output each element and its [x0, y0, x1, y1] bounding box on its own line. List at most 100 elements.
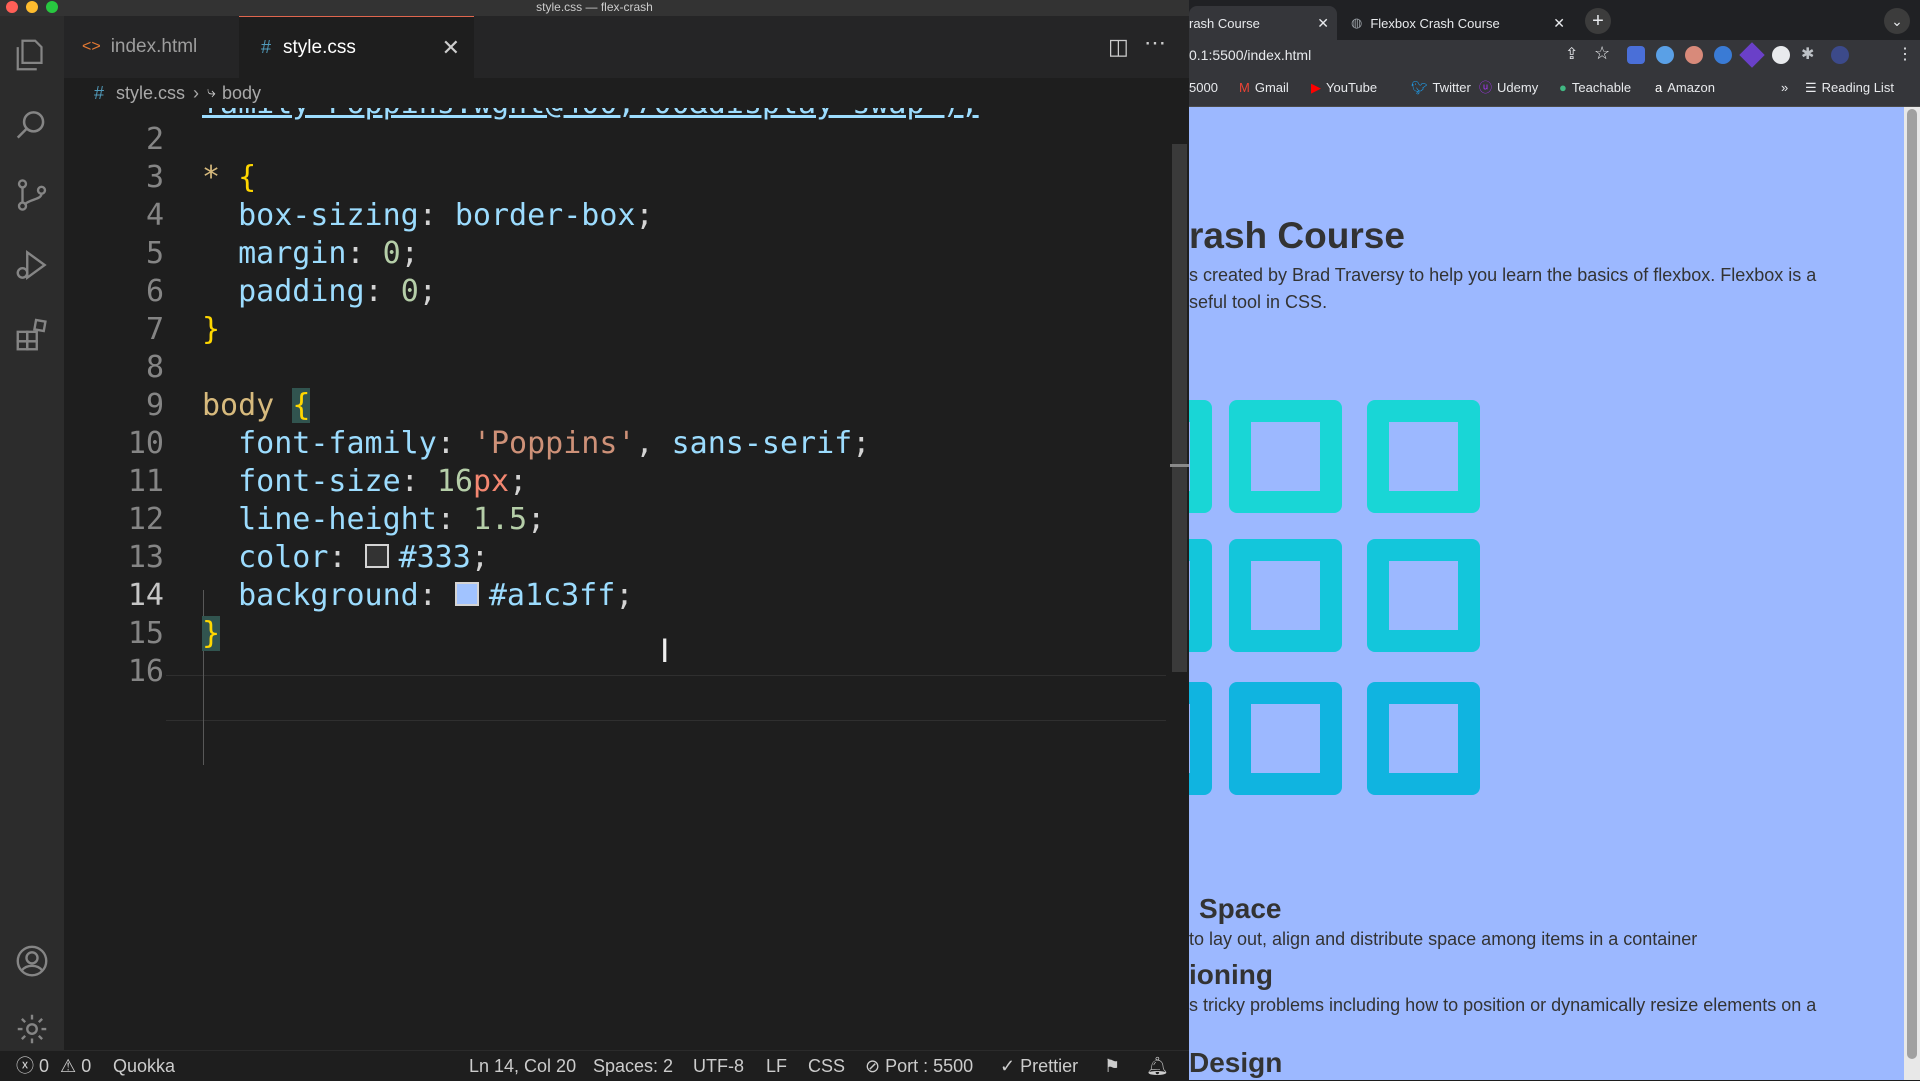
status-bar: ⓧ 0 ⚠ 0 Quokka Ln 14, Col 20 Spaces: 2 U… [0, 1050, 1189, 1081]
code-line-6: padding: 0; [238, 274, 437, 309]
address-bar: 0.1:5500/index.html ⇪ ☆ ✱ ⋮ [1189, 40, 1920, 70]
bookmark-gmail[interactable]: M Gmail [1239, 70, 1289, 106]
split-editor-icon[interactable]: ◫ [1108, 34, 1129, 60]
current-line-highlight [166, 675, 1166, 721]
code-line-15: } [202, 616, 221, 651]
color-swatch[interactable] [364, 544, 389, 568]
tab-search-chevron-icon[interactable]: ⌄ [1884, 8, 1910, 34]
intro-text: s created by Brad Traversy to help you l… [1189, 265, 1817, 285]
live-server-port[interactable]: ⊘ Port : 5500 [865, 1051, 973, 1081]
line-number: 5 [145, 236, 164, 271]
tab-label: index.html [110, 36, 198, 57]
twitter-icon: 🐦︎ [1411, 80, 1428, 95]
close-window-button[interactable] [6, 1, 18, 13]
prettier-status[interactable]: ✓ Prettier [1000, 1051, 1078, 1081]
line-number-active: 14 [127, 578, 164, 613]
extension-icon[interactable] [1685, 46, 1703, 64]
webpage: rash Course s created by Brad Traversy t… [1189, 107, 1920, 1080]
close-tab-icon[interactable]: ✕ [442, 35, 460, 61]
encoding-status[interactable]: UTF-8 [693, 1051, 744, 1081]
bookmark[interactable]: 5000 [1189, 70, 1218, 106]
bookmark-udemy[interactable]: ⓤ Udemy [1479, 70, 1538, 106]
bookmark-youtube[interactable]: ▶ YouTube [1311, 70, 1377, 106]
browser-tabstrip: rash Course ✕ ◍ Flexbox Crash Course ✕ +… [1189, 0, 1920, 40]
search-icon[interactable] [0, 100, 64, 150]
flex-box-item [1367, 539, 1480, 652]
share-icon[interactable]: ⇪ [1565, 44, 1578, 64]
profile-avatar[interactable] [1831, 46, 1849, 64]
css-file-icon: # [261, 37, 272, 57]
tab-style-css[interactable]: # style.css ✕ [239, 16, 474, 78]
bookmark-amazon[interactable]: a Amazon [1655, 70, 1715, 106]
account-icon[interactable] [0, 936, 64, 986]
browser-tab-active[interactable]: rash Course ✕ [1189, 6, 1337, 40]
bookmarks-bar: 5000 M Gmail ▶ YouTube 🐦︎ Twitter ⓤ Udemy ● T… [1189, 70, 1920, 107]
cursor-position[interactable]: Ln 14, Col 20 [469, 1051, 576, 1081]
udemy-icon: ⓤ [1479, 80, 1493, 95]
settings-gear-icon[interactable] [0, 1004, 64, 1054]
extension-icon[interactable] [1739, 42, 1765, 68]
url-field[interactable]: 0.1:5500/index.html [1189, 40, 1609, 70]
extension-icon[interactable] [1714, 46, 1732, 64]
code-line-7: } [202, 312, 221, 347]
line-number: 2 [145, 122, 164, 157]
code-line-10: font-family: 'Poppins', sans-serif; [238, 426, 871, 461]
scrollbar-marker [1170, 464, 1189, 467]
reading-list[interactable]: ☰ Reading List [1805, 70, 1894, 106]
bookmark-teachable[interactable]: ● Teachable [1559, 70, 1631, 106]
indentation-status[interactable]: Spaces: 2 [593, 1051, 673, 1081]
code-line-9: body { [202, 388, 311, 423]
browser-tab[interactable]: ◍ Flexbox Crash Course ✕ [1341, 6, 1573, 40]
extension-icon[interactable] [1627, 46, 1645, 64]
scrollbar-thumb[interactable] [1907, 109, 1917, 1059]
new-tab-button[interactable]: + [1585, 8, 1611, 34]
source-control-icon[interactable] [0, 170, 64, 220]
page-scrollbar[interactable] [1904, 107, 1920, 1080]
zoom-window-button[interactable] [46, 1, 58, 13]
feedback-icon[interactable]: ⚑ [1104, 1051, 1120, 1081]
tab-index-html[interactable]: <> index.html [64, 16, 239, 78]
bell-icon[interactable]: 🔔︎ [1146, 1051, 1169, 1081]
code-line-5: margin: 0; [238, 236, 419, 271]
run-debug-icon[interactable] [0, 240, 64, 290]
bookmark-twitter[interactable]: 🐦︎ Twitter [1411, 70, 1471, 106]
browser-window: rash Course ✕ ◍ Flexbox Crash Course ✕ +… [1189, 0, 1920, 1080]
problems-indicator[interactable]: ⓧ 0 ⚠ 0 [16, 1051, 91, 1081]
browser-tab-title: rash Course [1189, 15, 1260, 31]
bookmarks-overflow-icon[interactable]: » [1781, 70, 1788, 106]
browser-tab-title: Flexbox Crash Course [1370, 15, 1500, 31]
minimize-window-button[interactable] [26, 1, 38, 13]
scrollbar-thumb[interactable] [1172, 144, 1187, 672]
reading-list-icon: ☰ [1805, 80, 1817, 95]
section-text: s tricky problems including how to posit… [1189, 995, 1817, 1015]
title-bar: style.css — flex-crash [0, 0, 1189, 16]
bookmark-star-icon[interactable]: ☆ [1594, 43, 1610, 64]
color-swatch[interactable] [454, 582, 479, 606]
extension-icon[interactable] [1772, 46, 1790, 64]
code-editor[interactable]: family=Poppins:wght@400;700&display=swap… [64, 108, 1169, 1050]
puzzle-extensions-icon[interactable]: ✱ [1801, 44, 1814, 64]
close-tab-icon[interactable]: ✕ [1553, 15, 1565, 32]
tab-label: style.css [283, 36, 356, 58]
code-line-14: background: #a1c3ff; [238, 578, 634, 613]
breadcrumb-symbol[interactable]: body [222, 83, 261, 104]
explorer-icon[interactable] [0, 30, 64, 80]
menu-kebab-icon[interactable]: ⋮ [1897, 44, 1913, 64]
line-number: 13 [127, 540, 164, 575]
quokka-status[interactable]: Quokka [113, 1051, 175, 1081]
react-devtools-icon[interactable] [1656, 46, 1674, 64]
line-number: 11 [127, 464, 164, 499]
page-heading: rash Course [1189, 215, 1405, 256]
flex-box-item [1189, 682, 1212, 795]
extensions-icon[interactable] [0, 310, 64, 360]
eol-status[interactable]: LF [766, 1051, 787, 1081]
language-status[interactable]: CSS [808, 1051, 845, 1081]
close-tab-icon[interactable]: ✕ [1317, 15, 1329, 32]
line-number: 10 [127, 426, 164, 461]
editor-scrollbar[interactable] [1170, 108, 1189, 1050]
more-actions-icon[interactable]: ⋯ [1144, 30, 1167, 56]
flex-box-item [1367, 400, 1480, 513]
section-title: Design [1189, 1047, 1283, 1078]
section-text: to lay out, align and distribute space a… [1189, 929, 1698, 949]
breadcrumb-file[interactable]: style.css [116, 83, 185, 104]
